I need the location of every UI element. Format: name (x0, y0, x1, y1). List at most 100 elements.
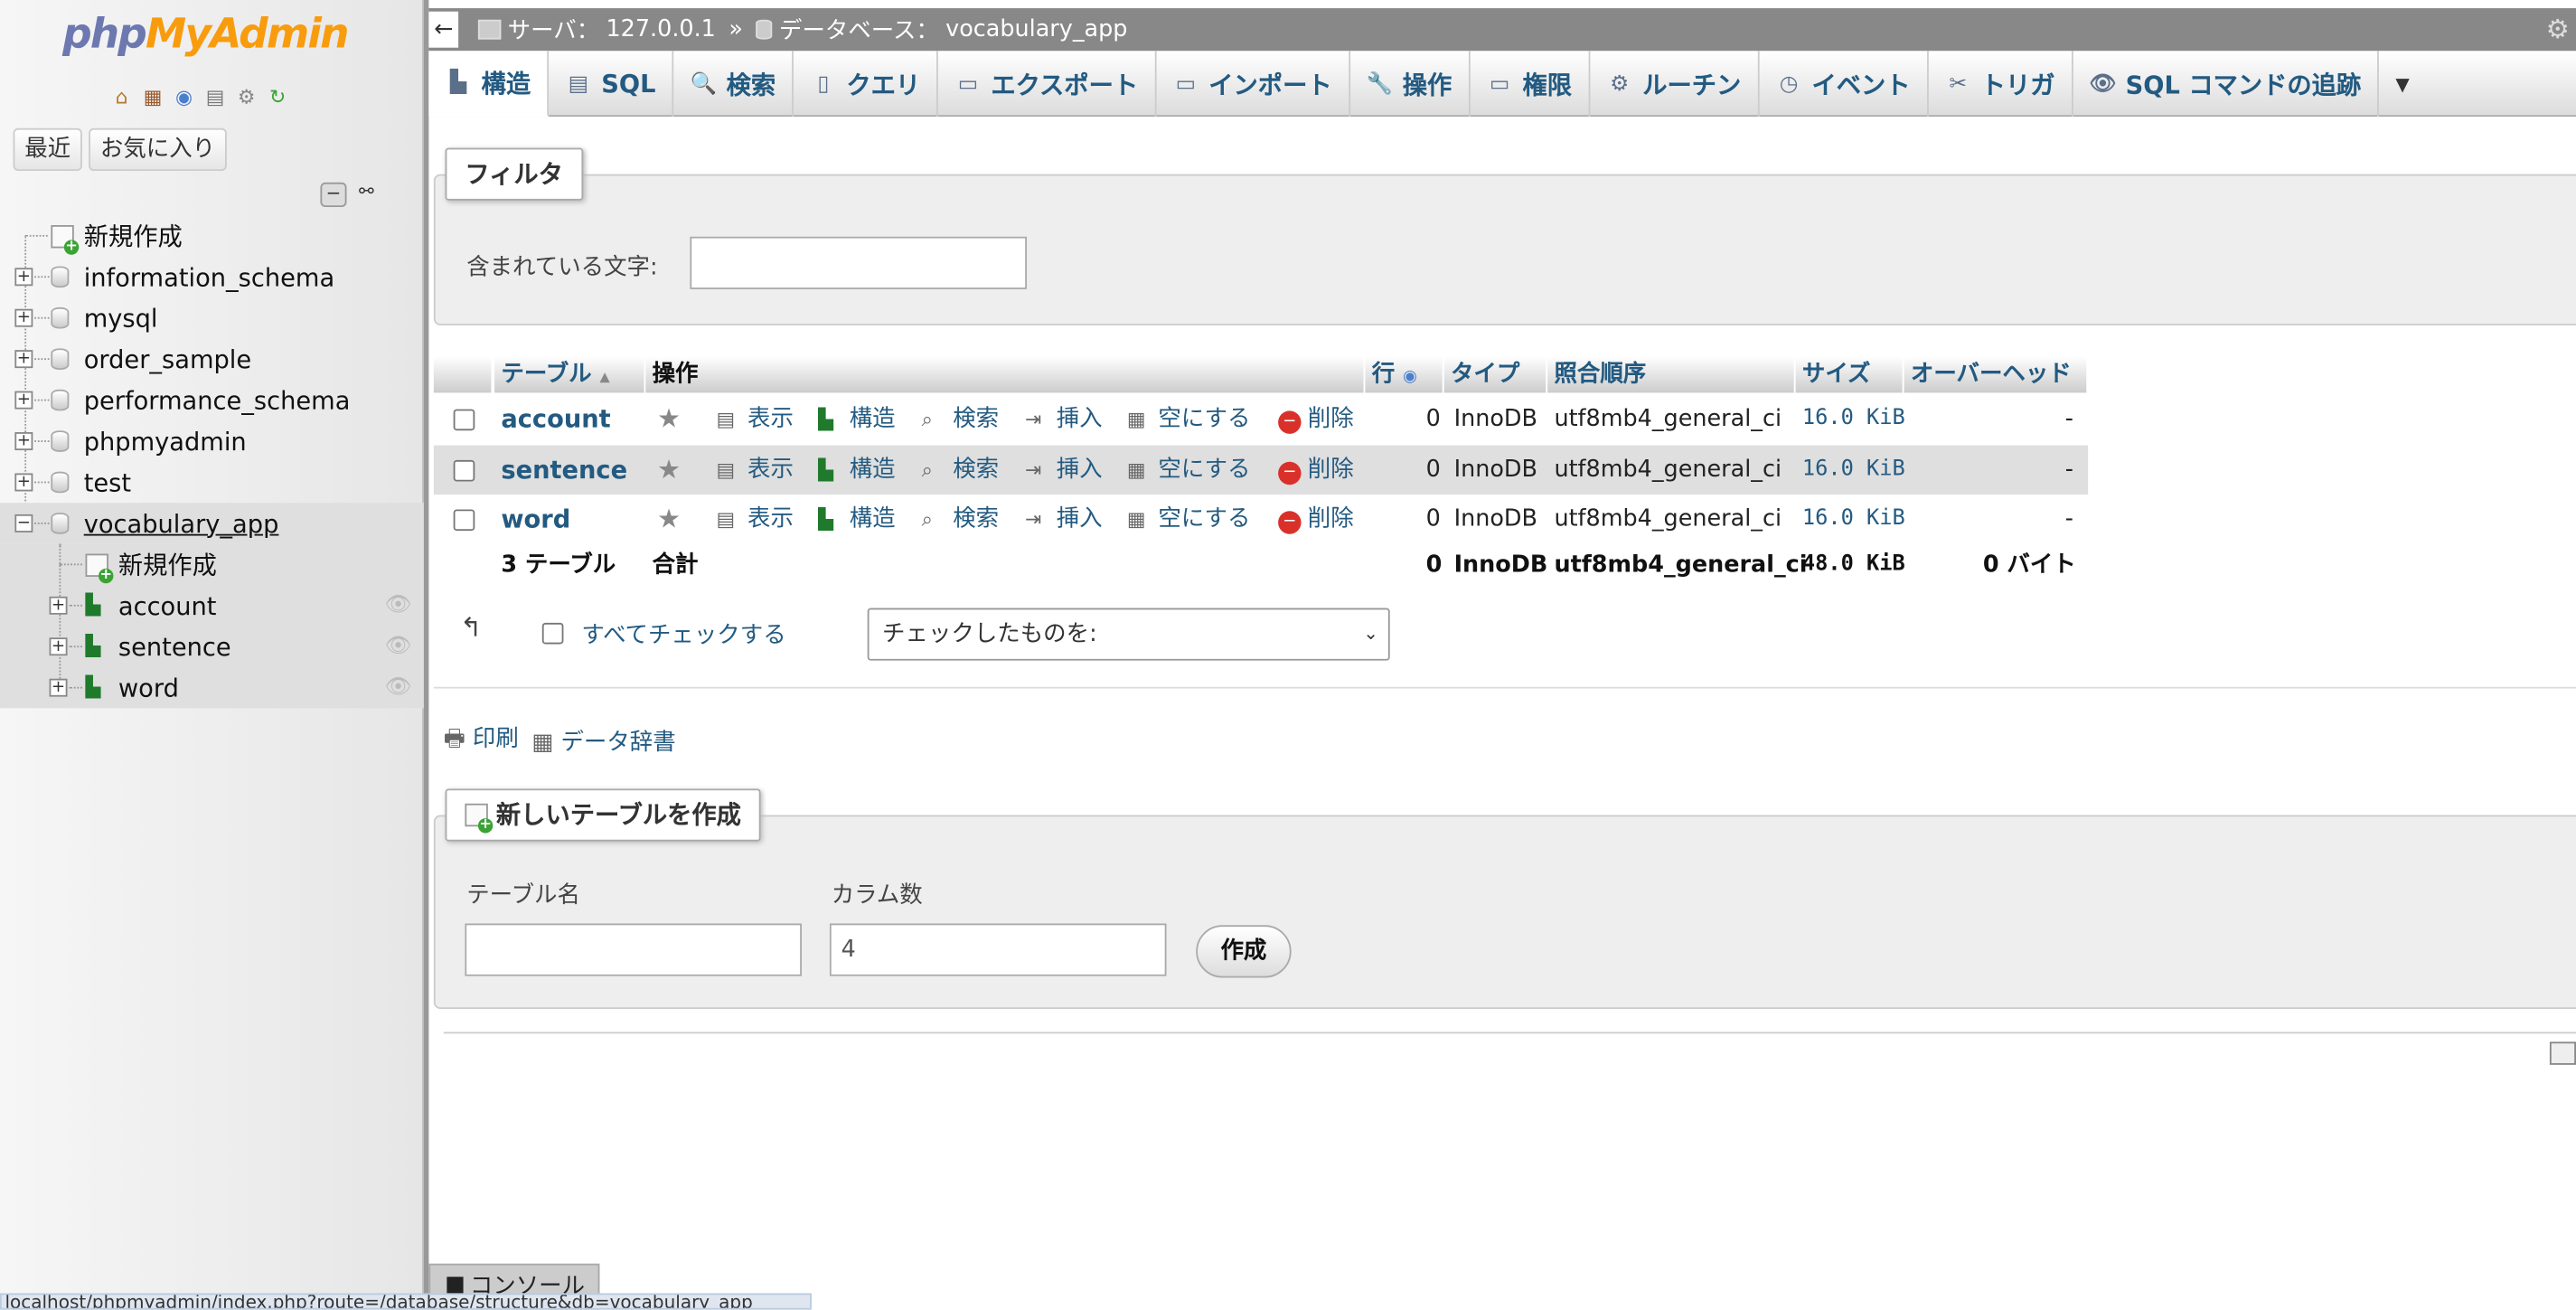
empty-link[interactable]: ▦ 空にする (1127, 495, 1251, 544)
drop-link[interactable]: − 削除 (1278, 394, 1354, 444)
empty-link[interactable]: ▦ 空にする (1127, 394, 1251, 444)
hide-eye-icon[interactable]: 👁 (384, 593, 411, 617)
tab-search[interactable]: 🔍 検索 (673, 51, 794, 118)
favorite-star-icon[interactable]: ★ (657, 394, 681, 444)
database-icon[interactable]: ▦ (139, 84, 165, 110)
tab-wrench[interactable]: 🔧 操作 (1350, 51, 1471, 118)
expand-icon[interactable]: + (14, 268, 33, 287)
table-size-link[interactable]: 16.0 KiB (1802, 445, 1905, 495)
page-settings-icon[interactable]: ⚙ (2546, 14, 2570, 45)
tab-query[interactable]: ▯ クエリ (794, 51, 939, 118)
tabs-more-menu[interactable]: ▼ (2379, 51, 2426, 117)
header-collation[interactable]: 照合順序 (1547, 356, 1796, 393)
tab-eye[interactable]: 👁 SQL コマンドの追跡 (2073, 51, 2380, 118)
tab-sql[interactable]: ▤ SQL (549, 51, 674, 118)
tree-item-test[interactable]: + test (0, 462, 424, 503)
recent-button[interactable]: 最近 (13, 127, 82, 172)
search-link[interactable]: ⌕ 検索 (922, 394, 999, 444)
browse-link[interactable]: ▤ 表示 (716, 495, 793, 544)
tree-item-table-sentence[interactable]: + ▙ sentence 👁 (0, 627, 424, 667)
header-table[interactable]: テーブル ▲ (494, 356, 646, 393)
collapse-icon[interactable]: − (14, 514, 33, 532)
phpmyadmin-logo[interactable]: phpMyAdmin (62, 10, 349, 58)
row-checkbox[interactable] (453, 409, 475, 431)
tab-export[interactable]: ▭ エクスポート (938, 51, 1157, 118)
tree-item-performance-schema[interactable]: + performance_schema (0, 380, 424, 420)
bookmark-icon[interactable] (2549, 1041, 2576, 1065)
browse-link[interactable]: ▤ 表示 (716, 445, 793, 495)
favorites-button[interactable]: お気に入り (89, 127, 227, 172)
check-all-link[interactable]: すべてチェックする (581, 617, 785, 650)
favorite-star-icon[interactable]: ★ (657, 445, 681, 495)
breadcrumb-server[interactable]: サーバ： 127.0.0.1 (477, 14, 716, 46)
home-icon[interactable]: ⌂ (108, 84, 135, 110)
link-with-main-icon[interactable]: ⚯ (353, 182, 380, 207)
insert-link[interactable]: ⇥ 挿入 (1025, 495, 1102, 544)
reload-icon[interactable]: ↻ (265, 84, 291, 110)
tree-item-mysql[interactable]: + mysql (0, 297, 424, 338)
expand-icon[interactable]: + (14, 432, 33, 451)
table-size-link[interactable]: 16.0 KiB (1802, 495, 1905, 544)
tab-structure[interactable]: ▙ 構造 (428, 51, 550, 118)
with-selected-select[interactable]: チェックしたものを: ⌄ (867, 608, 1390, 661)
tree-item-table-account[interactable]: + ▙ account 👁 (0, 585, 424, 626)
search-link[interactable]: ⌕ 検索 (922, 445, 999, 495)
settings-icon[interactable]: ⚙ (233, 84, 259, 110)
collapse-nav-icon[interactable]: ← (428, 11, 459, 48)
hide-eye-icon[interactable]: 👁 (384, 635, 411, 659)
drop-link[interactable]: − 削除 (1278, 495, 1354, 544)
tree-item-vocabulary-app[interactable]: − vocabulary_app (0, 503, 424, 544)
table-size-link[interactable]: 16.0 KiB (1802, 394, 1905, 444)
insert-link[interactable]: ⇥ 挿入 (1025, 445, 1102, 495)
print-link[interactable]: 🖶 印刷 (444, 721, 519, 761)
create-button[interactable]: 作成 (1196, 925, 1292, 978)
docs-icon[interactable]: ▤ (202, 84, 229, 110)
drop-link[interactable]: − 削除 (1278, 445, 1354, 495)
header-rows[interactable]: 行 ◉ (1365, 356, 1444, 393)
table-name-input[interactable] (465, 923, 802, 976)
hide-eye-icon[interactable]: 👁 (384, 675, 411, 700)
breadcrumb-database[interactable]: データベース： vocabulary_app (756, 14, 1127, 46)
expand-icon[interactable]: + (14, 350, 33, 369)
header-size[interactable]: サイズ (1795, 356, 1904, 393)
header-type[interactable]: タイプ (1443, 356, 1548, 393)
check-all-checkbox[interactable] (541, 622, 564, 645)
expand-icon[interactable]: + (14, 391, 33, 410)
collapse-all-icon[interactable]: − (320, 182, 347, 208)
nav-resizer[interactable] (423, 0, 429, 1310)
insert-link[interactable]: ⇥ 挿入 (1025, 394, 1102, 444)
tree-item-phpmyadmin[interactable]: + phpmyadmin (0, 420, 424, 461)
table-name-link[interactable]: word (501, 495, 570, 544)
expand-icon[interactable]: + (14, 473, 33, 492)
search-link[interactable]: ⌕ 検索 (922, 495, 999, 544)
table-name-link[interactable]: sentence (501, 445, 627, 495)
tab-events[interactable]: ◷ イベント (1759, 51, 1929, 118)
tab-privileges[interactable]: ▭ 権限 (1470, 51, 1591, 118)
structure-link[interactable]: ▙ 構造 (818, 394, 895, 444)
expand-icon[interactable]: + (49, 678, 68, 697)
help-icon[interactable]: ◉ (1403, 368, 1417, 386)
expand-icon[interactable]: + (49, 596, 68, 615)
browse-link[interactable]: ▤ 表示 (716, 394, 793, 444)
empty-link[interactable]: ▦ 空にする (1127, 445, 1251, 495)
table-name-link[interactable]: account (501, 394, 610, 444)
header-overhead[interactable]: オーバーヘッド (1904, 356, 2089, 393)
expand-icon[interactable]: + (14, 308, 33, 327)
filter-input[interactable] (690, 236, 1027, 289)
tree-item-order-sample[interactable]: + order_sample (0, 338, 424, 379)
row-checkbox[interactable] (453, 459, 475, 481)
expand-icon[interactable]: + (49, 637, 68, 656)
tree-item-new[interactable]: 新規作成 (0, 215, 424, 256)
structure-link[interactable]: ▙ 構造 (818, 445, 895, 495)
tree-item-table-new[interactable]: 新規作成 (0, 544, 424, 585)
columns-count-input[interactable]: 4 (829, 923, 1167, 976)
tab-triggers[interactable]: ✂ トリガ (1929, 51, 2073, 118)
tree-item-information-schema[interactable]: + information_schema (0, 257, 424, 297)
tab-import[interactable]: ▭ インポート (1156, 51, 1350, 118)
help-icon[interactable]: ◉ (171, 84, 197, 110)
structure-link[interactable]: ▙ 構造 (818, 495, 895, 544)
row-checkbox[interactable] (453, 509, 475, 532)
data-dictionary-link[interactable]: ▦ データ辞書 (531, 725, 675, 758)
tree-item-table-word[interactable]: + ▙ word 👁 (0, 667, 424, 708)
tab-routines[interactable]: ⚙ ルーチン (1590, 51, 1760, 118)
